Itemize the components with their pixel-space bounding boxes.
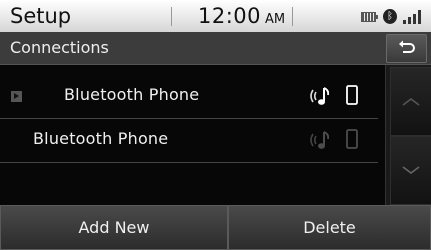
scroll-up-button[interactable] xyxy=(390,67,431,136)
connections-header: Connections xyxy=(0,32,431,65)
empty-row xyxy=(0,162,378,205)
page-title: Connections xyxy=(10,38,109,57)
audio-streaming-icon xyxy=(310,131,330,149)
device-name: Bluetooth Phone xyxy=(33,129,169,148)
phone-icon xyxy=(346,129,358,149)
chevron-up-icon xyxy=(402,98,420,106)
device-row[interactable]: Bluetooth Phone xyxy=(0,74,378,119)
bluetooth-icon: ᛒ xyxy=(383,9,397,24)
status-title: Setup xyxy=(10,4,72,28)
device-name: Bluetooth Phone xyxy=(64,85,200,104)
status-divider xyxy=(292,7,293,26)
add-new-button[interactable]: Add New xyxy=(0,205,228,250)
selected-marker-icon xyxy=(11,91,22,102)
status-clock: 12:00 AM xyxy=(198,3,285,33)
bottom-action-bar: Add New Delete xyxy=(0,205,431,250)
chevron-down-icon xyxy=(402,166,420,174)
audio-streaming-icon xyxy=(310,87,330,105)
phone-icon xyxy=(346,85,358,105)
status-bar: Setup 12:00 AM ᛒ xyxy=(0,0,431,32)
delete-button[interactable]: Delete xyxy=(228,205,431,250)
status-icons: ᛒ xyxy=(361,9,425,25)
scroll-bar xyxy=(385,65,431,205)
clock-time: 12:00 xyxy=(198,4,262,28)
back-arrow-icon xyxy=(399,40,415,53)
status-divider xyxy=(171,7,172,26)
device-list: Bluetooth Phone Bluetooth Phone xyxy=(0,65,385,205)
back-button[interactable] xyxy=(386,34,427,63)
scroll-down-button[interactable] xyxy=(390,136,431,205)
clock-ampm: AM xyxy=(265,12,286,27)
device-row[interactable]: Bluetooth Phone xyxy=(0,118,378,163)
signal-icon xyxy=(401,9,423,24)
battery-icon xyxy=(361,12,378,22)
